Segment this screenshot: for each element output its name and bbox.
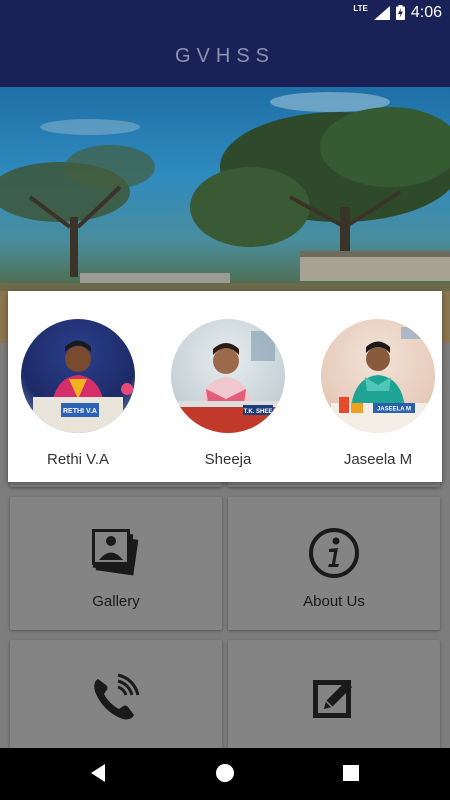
navigation-bar (0, 748, 450, 800)
gallery-tile[interactable]: Gallery (10, 497, 222, 630)
home-icon[interactable] (215, 762, 235, 784)
phone-call-icon (94, 673, 140, 720)
nameplate-text: T.K. SHEE (244, 409, 273, 415)
staff-photo: T.K. SHEE (171, 319, 285, 433)
app-bar: GVHSS (0, 25, 450, 87)
photo-gallery-icon (92, 529, 139, 576)
staff-item[interactable]: RETHI V.A Rethi V.A (21, 319, 135, 468)
back-icon[interactable] (89, 762, 107, 784)
staff-name: Rethi V.A (47, 451, 109, 468)
status-bar: LTE 4:06 (0, 0, 450, 25)
nameplate-text: RETHI V.A (63, 408, 97, 415)
staff-name: Jaseela M (343, 451, 413, 468)
staff-photo: JASEELA M (321, 319, 435, 433)
nameplate-text: JASEELA M (377, 407, 411, 413)
signal-icon (373, 5, 390, 20)
staff-item[interactable]: JASEELA M Jaseela M (321, 319, 435, 468)
info-icon (309, 528, 359, 578)
recents-icon[interactable] (342, 762, 360, 784)
contact-tile[interactable] (10, 640, 222, 755)
gallery-label: Gallery (92, 593, 140, 610)
about-us-tile[interactable]: About Us (228, 497, 440, 630)
staff-photo: RETHI V.A (21, 319, 135, 433)
staff-name: Sheeja (204, 451, 252, 468)
feedback-tile[interactable] (228, 640, 440, 755)
app-title: GVHSS (174, 45, 276, 67)
clock: 4:06 (410, 3, 442, 21)
battery-icon (395, 5, 405, 20)
staff-card: RETHI V.A Rethi V.A T.K. SHEE Sheeja JAS… (8, 291, 442, 482)
staff-item[interactable]: T.K. SHEE Sheeja (171, 319, 285, 468)
network-type: LTE (353, 4, 368, 13)
edit-icon (313, 680, 352, 718)
about-us-label: About Us (303, 593, 365, 610)
